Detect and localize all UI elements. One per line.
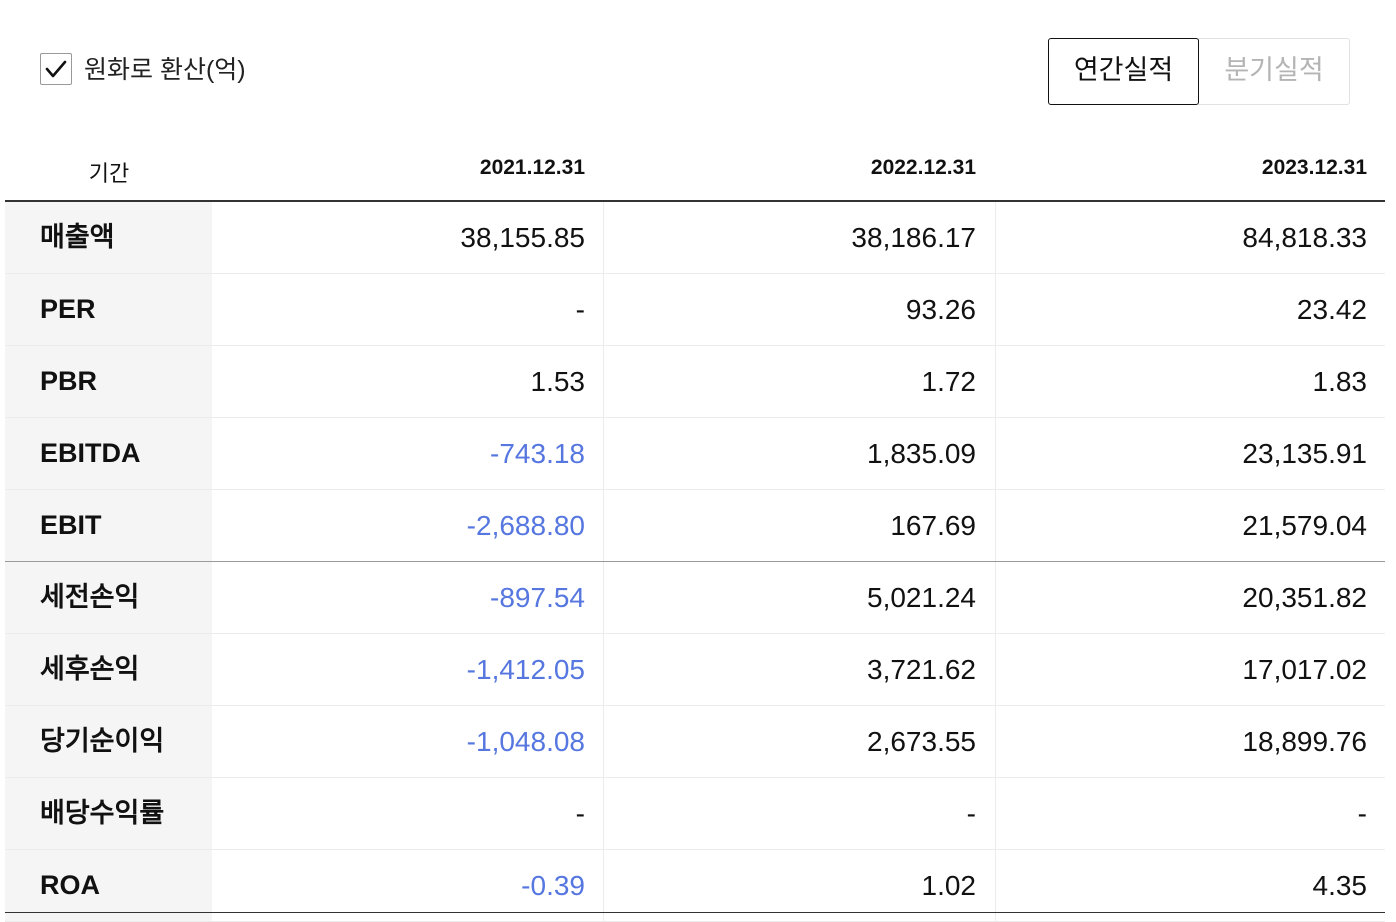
table-cell: 17,017.02 (1242, 654, 1367, 685)
table-cell: 23,135.91 (1242, 438, 1367, 469)
table-row: PBR 1.53 1.72 1.83 (5, 346, 1385, 418)
table-cell: -1,412.05 (466, 654, 585, 685)
table-row: EBITDA -743.18 1,835.09 23,135.91 (5, 418, 1385, 490)
row-label: PER (5, 274, 212, 345)
tab-annual[interactable]: 연간실적 (1048, 38, 1199, 105)
table-row: 매출액 38,155.85 38,186.17 84,818.33 (5, 202, 1385, 274)
period-header: 기간 (88, 161, 130, 186)
table-cell: 1,835.09 (867, 438, 976, 469)
table-cell: 18,899.76 (1242, 726, 1367, 757)
row-label: 배당수익률 (5, 778, 212, 849)
table-cell: - (1357, 798, 1367, 829)
krw-convert-checkbox[interactable] (40, 53, 72, 85)
table-cell: -743.18 (490, 438, 585, 469)
table-row: 배당수익률 - - - (5, 778, 1385, 850)
table-cell: - (575, 294, 585, 325)
row-label: EBITDA (5, 418, 212, 489)
table-cell: 3,721.62 (867, 654, 976, 685)
period-toggle: 연간실적 분기실적 (1048, 38, 1350, 105)
column-header: 2023.12.31 (1261, 156, 1367, 179)
table-cell: 84,818.33 (1242, 222, 1367, 253)
table-bottom-border (5, 912, 1385, 913)
tab-quarterly[interactable]: 분기실적 (1198, 38, 1350, 105)
table-row: PER - 93.26 23.42 (5, 274, 1385, 346)
row-label: 세후손익 (5, 634, 212, 705)
table-cell: 21,579.04 (1242, 510, 1367, 541)
table-cell: 1.02 (921, 870, 977, 901)
table-cell: 38,155.85 (460, 222, 585, 253)
table-header: 기간 2021.12.31 2022.12.31 2023.12.31 (5, 136, 1385, 202)
table-cell: -2,688.80 (466, 510, 585, 541)
row-label: ROA (5, 850, 212, 921)
table-cell: -1,048.08 (466, 726, 585, 757)
row-label: PBR (5, 346, 212, 417)
table-cell: 38,186.17 (851, 222, 976, 253)
column-header: 2022.12.31 (870, 156, 976, 179)
table-row: EBIT -2,688.80 167.69 21,579.04 (5, 490, 1385, 562)
financial-table: 기간 2021.12.31 2022.12.31 2023.12.31 매출액 … (5, 136, 1385, 922)
checkmark-icon (45, 60, 67, 78)
table-cell: 20,351.82 (1242, 582, 1367, 613)
table-cell: 2,673.55 (867, 726, 976, 757)
table-cell: - (966, 798, 976, 829)
column-header: 2021.12.31 (479, 156, 585, 179)
table-cell: -0.39 (521, 870, 585, 901)
row-label: 당기순이익 (5, 706, 212, 777)
table-row: 당기순이익 -1,048.08 2,673.55 18,899.76 (5, 706, 1385, 778)
table-cell: 167.69 (890, 510, 976, 541)
table-cell: 93.26 (905, 294, 976, 325)
table-cell: 4.35 (1312, 870, 1368, 901)
table-cell: 1.72 (921, 366, 977, 397)
table-row: 세후손익 -1,412.05 3,721.62 17,017.02 (5, 634, 1385, 706)
row-label: EBIT (5, 490, 212, 561)
table-row: 세전손익 -897.54 5,021.24 20,351.82 (5, 562, 1385, 634)
table-cell: 1.53 (530, 366, 586, 397)
controls-bar: 원화로 환산(억) 연간실적 분기실적 (0, 0, 1396, 130)
row-label: 세전손익 (5, 562, 212, 633)
krw-convert-label[interactable]: 원화로 환산(억) (84, 54, 246, 86)
row-label: 매출액 (5, 202, 212, 273)
table-cell: 1.83 (1312, 366, 1368, 397)
table-cell: - (575, 798, 585, 829)
table-cell: 5,021.24 (867, 582, 976, 613)
table-cell: -897.54 (490, 582, 585, 613)
table-cell: 23.42 (1296, 294, 1367, 325)
